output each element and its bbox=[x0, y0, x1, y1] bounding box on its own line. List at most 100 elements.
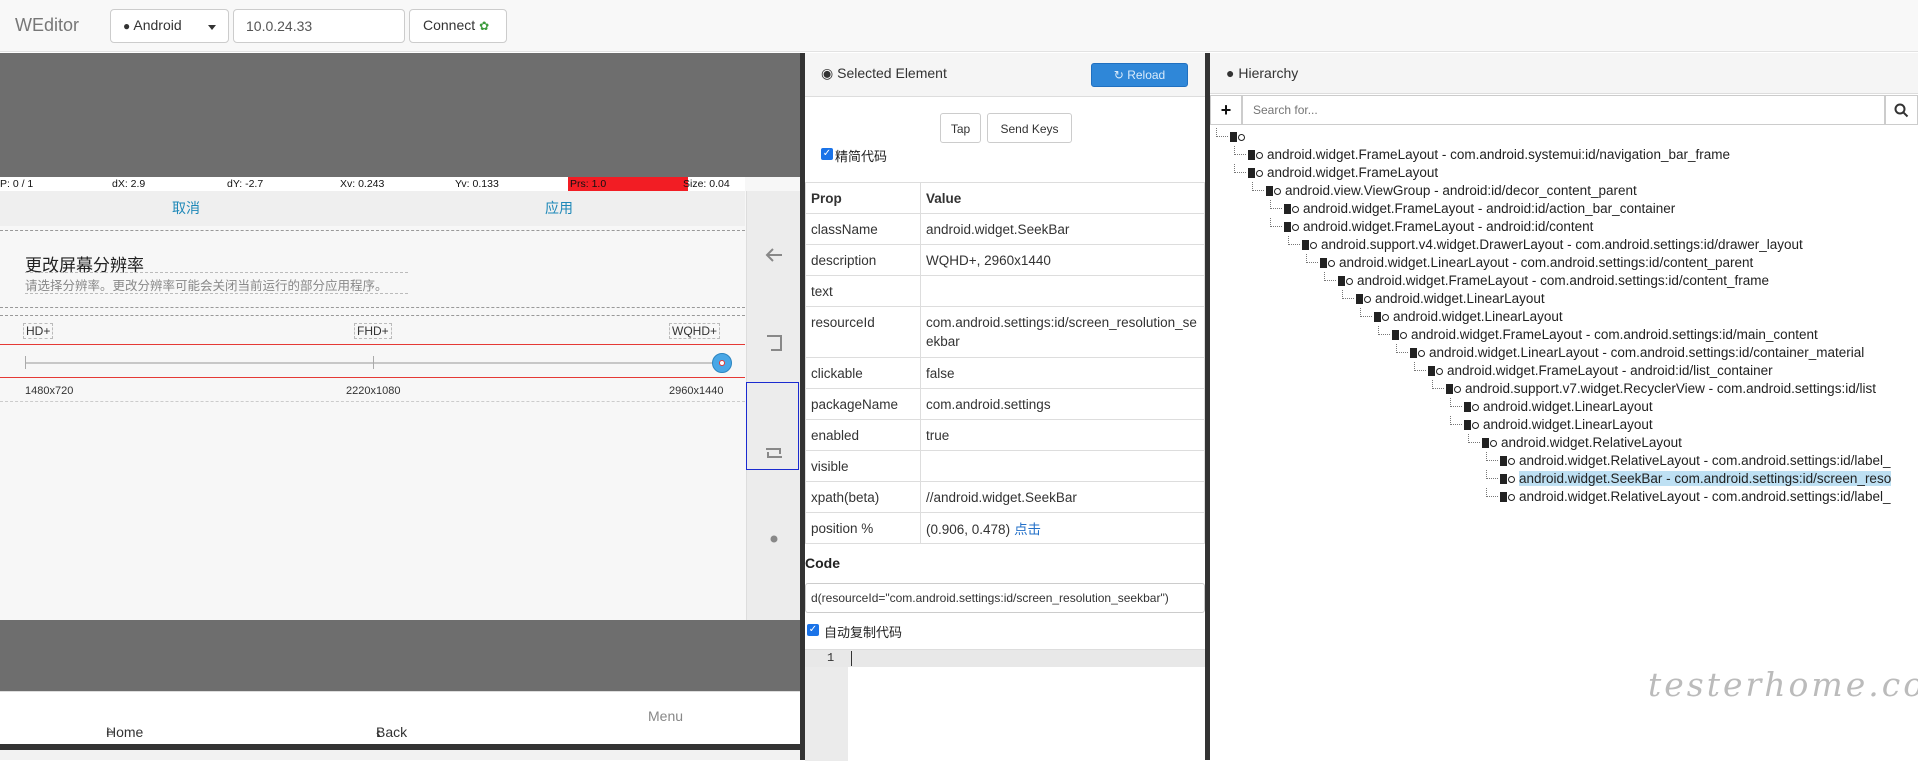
prop-value[interactable]: com.android.settings bbox=[920, 388, 1205, 420]
simplify-checkbox[interactable]: ✓ bbox=[821, 148, 833, 160]
expand-all-button[interactable]: + bbox=[1210, 95, 1242, 125]
node-toggle-icon[interactable] bbox=[1328, 259, 1335, 267]
tree-node[interactable]: android.widget.FrameLayout - android:id/… bbox=[1270, 218, 1593, 236]
prop-value[interactable]: android.widget.SeekBar bbox=[920, 213, 1205, 245]
tree-node[interactable]: android.widget.RelativeLayout - com.andr… bbox=[1486, 452, 1890, 470]
prop-value[interactable]: //android.widget.SeekBar bbox=[920, 481, 1205, 513]
resolution-subtitle: 请选择分辨率。更改分辨率可能会关闭当前运行的部分应用程序。 bbox=[25, 279, 388, 293]
node-toggle-icon[interactable] bbox=[1256, 151, 1263, 159]
tree-node[interactable]: android.widget.LinearLayout - com.androi… bbox=[1396, 344, 1864, 362]
tree-node[interactable]: android.support.v4.widget.DrawerLayout -… bbox=[1288, 236, 1803, 254]
home-label: Home bbox=[106, 724, 144, 740]
tree-node[interactable]: android.widget.FrameLayout - com.android… bbox=[1234, 146, 1730, 164]
tree-icon: ● bbox=[1226, 65, 1235, 81]
table-row: className android.widget.SeekBar bbox=[805, 213, 1205, 245]
node-toggle-icon[interactable] bbox=[1346, 277, 1353, 285]
table-row: visible bbox=[805, 450, 1205, 482]
auto-copy-checkbox[interactable]: ✓ bbox=[807, 624, 819, 636]
tree-node[interactable]: android.view.ViewGroup - android:id/deco… bbox=[1252, 182, 1637, 200]
table-row: resourceId com.android.settings:id/screen… bbox=[805, 306, 1205, 358]
tree-node[interactable]: android.widget.LinearLayout bbox=[1450, 416, 1653, 434]
node-toggle-icon[interactable] bbox=[1364, 295, 1371, 303]
prop-key: xpath(beta) bbox=[805, 481, 921, 513]
code-input[interactable] bbox=[805, 583, 1205, 613]
node-toggle-icon[interactable] bbox=[1508, 493, 1515, 501]
seekbar-thumb[interactable] bbox=[712, 353, 732, 373]
tree-node[interactable]: android.widget.LinearLayout bbox=[1360, 308, 1563, 326]
node-toggle-icon[interactable] bbox=[1310, 241, 1317, 249]
simplify-label: 精简代码 bbox=[835, 149, 888, 164]
node-toggle-icon[interactable] bbox=[1490, 439, 1497, 447]
apply-button[interactable]: 应用 bbox=[545, 198, 573, 218]
tree-connector bbox=[1486, 452, 1498, 461]
prop-key: enabled bbox=[805, 419, 921, 451]
tree-node[interactable]: android.widget.FrameLayout - com.android… bbox=[1378, 326, 1818, 344]
send-keys-button[interactable]: Send Keys bbox=[987, 113, 1072, 143]
node-toggle-icon[interactable] bbox=[1472, 421, 1479, 429]
node-toggle-icon[interactable] bbox=[1472, 403, 1479, 411]
node-toggle-icon[interactable] bbox=[1238, 133, 1245, 141]
recents-icon[interactable] bbox=[747, 331, 801, 358]
tree-node[interactable] bbox=[1216, 128, 1249, 146]
tree-node[interactable]: android.widget.SeekBar - com.android.set… bbox=[1486, 470, 1892, 488]
divider bbox=[0, 315, 745, 316]
node-toggle-icon[interactable] bbox=[1454, 385, 1461, 393]
tree-connector bbox=[1306, 254, 1318, 263]
hierarchy-header: ● Hierarchy bbox=[1210, 53, 1918, 94]
tree-node[interactable]: android.widget.FrameLayout - com.android… bbox=[1324, 272, 1769, 290]
code-editor[interactable]: 1 bbox=[805, 649, 1205, 761]
tree-node[interactable]: android.widget.LinearLayout bbox=[1342, 290, 1545, 308]
tree-connector bbox=[1234, 146, 1246, 155]
node-toggle-icon[interactable] bbox=[1400, 331, 1407, 339]
node-toggle-icon[interactable] bbox=[1274, 187, 1281, 195]
device-screenshot[interactable]: P: 0 / 1 dX: 2.9 dY: -2.7 Xv: 0.243 Yv: … bbox=[0, 177, 800, 620]
top-navbar: WEditor ● Android Connect✿ bbox=[0, 0, 1918, 52]
hierarchy-search-input[interactable] bbox=[1242, 95, 1885, 125]
node-toggle-icon[interactable] bbox=[1436, 367, 1443, 375]
node-toggle-icon[interactable] bbox=[1508, 457, 1515, 465]
node-toggle-icon[interactable] bbox=[1382, 313, 1389, 321]
dot-icon[interactable] bbox=[747, 531, 801, 547]
prop-key: clickable bbox=[805, 357, 921, 389]
back-arrow-icon[interactable] bbox=[747, 243, 801, 270]
menu-button[interactable]: Menu bbox=[648, 708, 683, 724]
tree-node[interactable]: android.widget.LinearLayout - com.androi… bbox=[1306, 254, 1753, 272]
prop-value[interactable]: com.android.settings:id/screen_resolutio… bbox=[920, 306, 1205, 358]
node-toggle-icon[interactable] bbox=[1508, 475, 1515, 483]
tree-node-label: android.widget.FrameLayout - android:id/… bbox=[1447, 363, 1773, 378]
node-toggle-icon[interactable] bbox=[1256, 169, 1263, 177]
prop-value[interactable] bbox=[920, 450, 1205, 482]
pointer-size: Size: 0.04 bbox=[683, 178, 730, 190]
tree-node[interactable]: android.widget.RelativeLayout - com.andr… bbox=[1486, 488, 1890, 506]
brand-logo[interactable]: WEditor bbox=[15, 15, 79, 36]
cancel-button[interactable]: 取消 bbox=[172, 198, 200, 218]
search-button[interactable] bbox=[1885, 95, 1918, 125]
device-ip-input[interactable] bbox=[233, 9, 405, 43]
platform-select[interactable]: ● Android bbox=[110, 9, 229, 43]
reload-button[interactable]: ↻ Reload bbox=[1091, 63, 1188, 87]
prop-key: visible bbox=[805, 450, 921, 482]
tree-node[interactable]: android.widget.LinearLayout bbox=[1450, 398, 1653, 416]
prop-value[interactable]: true bbox=[920, 419, 1205, 451]
node-toggle-icon[interactable] bbox=[1418, 349, 1425, 357]
node-icon bbox=[1248, 150, 1255, 161]
prop-value[interactable]: WQHD+, 2960x1440 bbox=[920, 244, 1205, 276]
active-line bbox=[805, 650, 1205, 667]
tree-node-label: android.widget.FrameLayout - com.android… bbox=[1357, 273, 1769, 288]
node-toggle-icon[interactable] bbox=[1292, 205, 1299, 213]
click-position-link[interactable]: 点击 bbox=[1014, 522, 1041, 537]
tap-button[interactable]: Tap bbox=[940, 113, 981, 143]
tree-node-label: android.widget.RelativeLayout - com.andr… bbox=[1519, 453, 1891, 468]
resolution-value-high: 2960x1440 bbox=[669, 385, 724, 397]
tree-node[interactable]: android.widget.FrameLayout - android:id/… bbox=[1414, 362, 1773, 380]
prop-value[interactable]: false bbox=[920, 357, 1205, 389]
tree-node[interactable]: android.widget.FrameLayout bbox=[1234, 164, 1438, 182]
prop-value[interactable] bbox=[920, 275, 1205, 307]
node-toggle-icon[interactable] bbox=[1292, 223, 1299, 231]
tree-node[interactable]: android.widget.FrameLayout - android:id/… bbox=[1270, 200, 1675, 218]
connect-button[interactable]: Connect ✿ bbox=[409, 9, 507, 43]
tree-connector bbox=[1468, 434, 1480, 443]
tree-node[interactable]: android.support.v7.widget.RecyclerView -… bbox=[1432, 380, 1876, 398]
divider bbox=[25, 293, 408, 294]
tree-node[interactable]: android.widget.RelativeLayout bbox=[1468, 434, 1682, 452]
